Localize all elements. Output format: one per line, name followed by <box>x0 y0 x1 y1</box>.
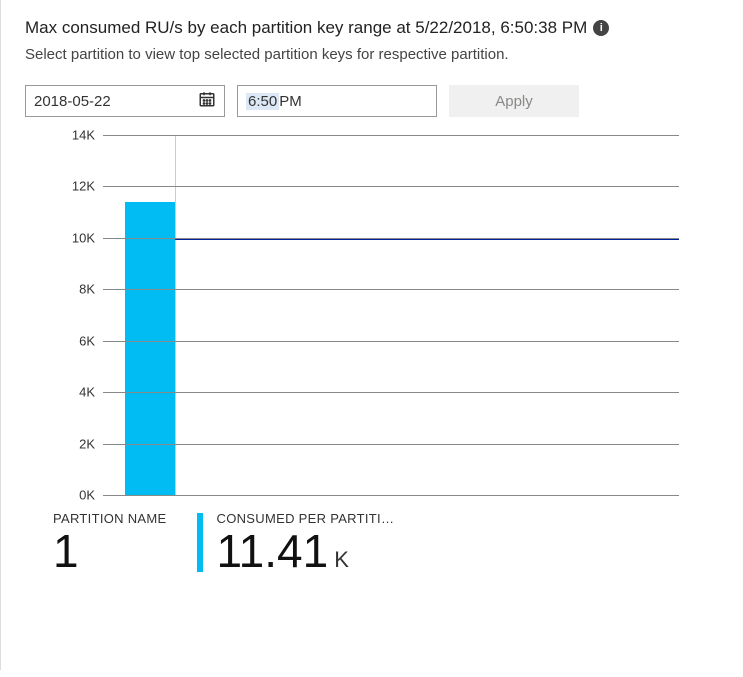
gridline <box>103 186 679 187</box>
time-suffix: PM <box>279 93 302 110</box>
chart-bar[interactable] <box>125 202 175 495</box>
consumed-label: CONSUMED PER PARTITI… <box>217 511 395 526</box>
date-value: 2018-05-22 <box>34 93 111 110</box>
panel-title: Max consumed RU/s by each partition key … <box>25 18 587 38</box>
summary-consumed: CONSUMED PER PARTITI… 11.41 K <box>207 511 395 574</box>
date-input[interactable]: 2018-05-22 <box>25 85 225 117</box>
y-tick-label: 4K <box>35 385 95 400</box>
controls-row: 2018-05-22 6:50 PM Apply <box>25 85 709 117</box>
consumed-number: 11.41 <box>217 528 329 574</box>
time-value: 6:50 <box>246 93 279 110</box>
apply-button[interactable]: Apply <box>449 85 579 117</box>
y-tick-label: 2K <box>35 436 95 451</box>
title-row: Max consumed RU/s by each partition key … <box>25 18 709 38</box>
accent-bar <box>197 513 203 572</box>
y-tick-label: 0K <box>35 488 95 503</box>
gridline <box>103 289 679 290</box>
consumed-value: 11.41 K <box>217 528 395 574</box>
gridline <box>103 135 679 136</box>
calendar-icon[interactable] <box>198 90 216 112</box>
gridline <box>103 495 679 496</box>
partition-name-label: PARTITION NAME <box>53 511 167 526</box>
time-input[interactable]: 6:50 PM <box>237 85 437 117</box>
chart-divider <box>175 135 176 495</box>
info-icon[interactable]: i <box>593 20 609 36</box>
summary-row: PARTITION NAME 1 CONSUMED PER PARTITI… 1… <box>25 511 709 574</box>
y-tick-label: 14K <box>35 128 95 143</box>
metrics-panel: Max consumed RU/s by each partition key … <box>0 0 733 670</box>
panel-subtitle: Select partition to view top selected pa… <box>25 46 709 63</box>
gridline <box>103 444 679 445</box>
y-tick-label: 12K <box>35 179 95 194</box>
y-tick-label: 8K <box>35 282 95 297</box>
gridline <box>103 238 679 239</box>
gridline <box>103 341 679 342</box>
chart-area: 0K2K4K6K8K10K12K14K <box>25 135 709 495</box>
y-tick-label: 6K <box>35 333 95 348</box>
consumed-suffix: K <box>334 549 349 571</box>
y-tick-label: 10K <box>35 230 95 245</box>
partition-name-value: 1 <box>53 528 167 574</box>
gridline <box>103 392 679 393</box>
summary-partition-name: PARTITION NAME 1 <box>53 511 167 574</box>
